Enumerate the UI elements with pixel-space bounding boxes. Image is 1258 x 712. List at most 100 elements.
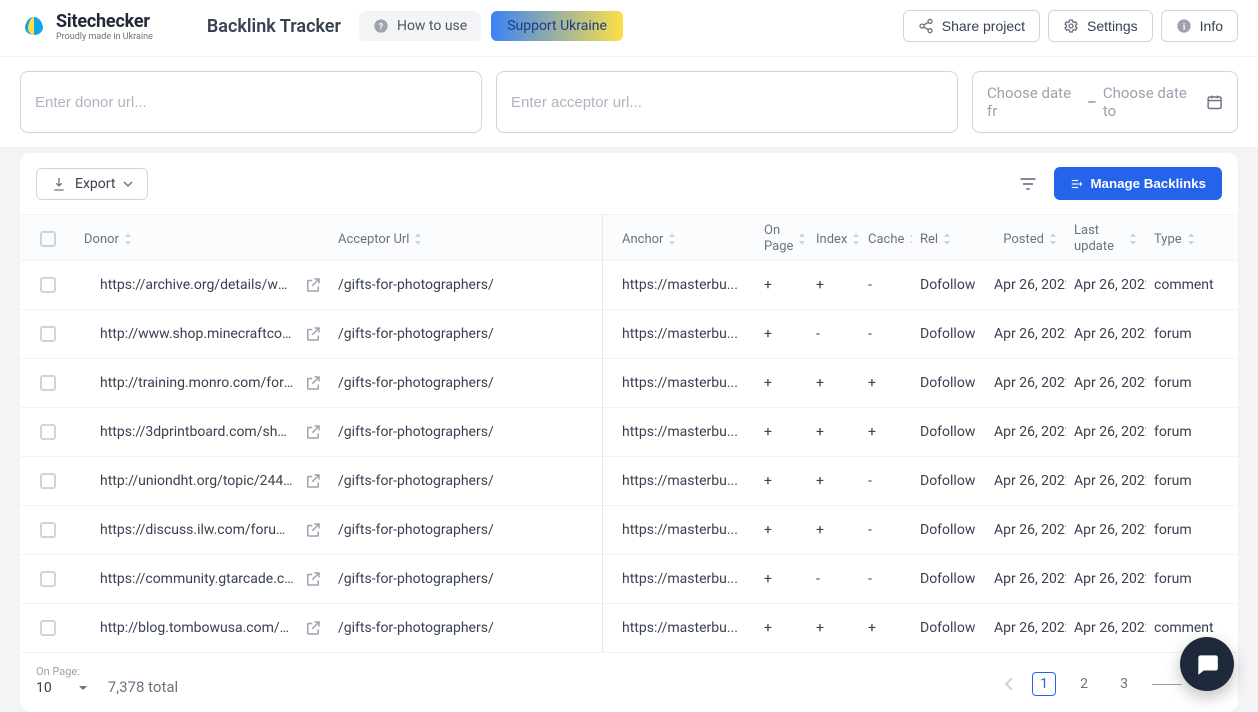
row-checkbox[interactable] bbox=[40, 571, 56, 587]
sort-icon bbox=[1186, 233, 1196, 245]
cell-index: + bbox=[808, 359, 860, 407]
sort-icon bbox=[942, 233, 952, 245]
column-posted[interactable]: Posted bbox=[986, 215, 1066, 263]
cell-anchor: https://masterbu... bbox=[602, 261, 756, 309]
question-icon: ? bbox=[373, 18, 389, 34]
support-ukraine-button[interactable]: Support Ukraine bbox=[491, 11, 623, 41]
external-link-icon[interactable] bbox=[304, 325, 322, 343]
cell-donor: http://blog.tombowusa.com/20... bbox=[76, 604, 330, 652]
page-3[interactable]: 3 bbox=[1112, 672, 1136, 696]
page-title: Backlink Tracker bbox=[207, 16, 341, 37]
cell-index: - bbox=[808, 555, 860, 603]
column-acceptor[interactable]: Acceptor Url bbox=[330, 215, 602, 263]
cell-rel: Dofollow bbox=[912, 408, 986, 456]
per-page-select[interactable]: 10 bbox=[36, 680, 88, 696]
cell-type: comment bbox=[1146, 261, 1226, 309]
chat-icon bbox=[1194, 651, 1220, 677]
cell-on-page: + bbox=[756, 359, 808, 407]
cell-index: - bbox=[808, 310, 860, 358]
row-checkbox[interactable] bbox=[40, 473, 56, 489]
cell-donor: http://uniondht.org/topic/2440... bbox=[76, 457, 330, 505]
row-checkbox[interactable] bbox=[40, 375, 56, 391]
cell-rel: Dofollow bbox=[912, 604, 986, 652]
page-ellipsis bbox=[1152, 684, 1182, 685]
cell-index: + bbox=[808, 604, 860, 652]
cell-cache: - bbox=[860, 261, 912, 309]
table-row[interactable]: https://3dprintboard.com/show.../gifts-f… bbox=[20, 407, 1238, 456]
sort-icon bbox=[1128, 233, 1138, 245]
cell-acceptor: /gifts-for-photographers/ bbox=[330, 555, 602, 603]
table-row[interactable]: https://discuss.ilw.com/forum/i.../gifts… bbox=[20, 505, 1238, 554]
cell-cache: - bbox=[860, 457, 912, 505]
info-button[interactable]: i Info bbox=[1161, 10, 1238, 42]
sort-icon bbox=[797, 233, 807, 245]
export-button[interactable]: Export bbox=[36, 168, 148, 200]
cell-rel: Dofollow bbox=[912, 555, 986, 603]
external-link-icon[interactable] bbox=[304, 423, 322, 441]
row-checkbox[interactable] bbox=[40, 424, 56, 440]
column-last-update[interactable]: Last update bbox=[1066, 215, 1146, 263]
page-2[interactable]: 2 bbox=[1072, 672, 1096, 696]
table-row[interactable]: http://uniondht.org/topic/2440.../gifts-… bbox=[20, 456, 1238, 505]
table-row[interactable]: https://community.gtarcade.co.../gifts-f… bbox=[20, 554, 1238, 603]
cell-acceptor: /gifts-for-photographers/ bbox=[330, 359, 602, 407]
brand-tagline: Proudly made in Ukraine bbox=[56, 32, 153, 42]
cell-on-page: + bbox=[756, 555, 808, 603]
sort-icon bbox=[1048, 233, 1058, 245]
external-link-icon[interactable] bbox=[304, 619, 322, 637]
table-row[interactable]: http://training.monro.com/foru.../gifts-… bbox=[20, 358, 1238, 407]
row-checkbox[interactable] bbox=[40, 326, 56, 342]
logo-icon bbox=[20, 14, 48, 38]
cell-last-update: Apr 26, 2022 bbox=[1066, 359, 1146, 407]
cell-acceptor: /gifts-for-photographers/ bbox=[330, 408, 602, 456]
external-link-icon[interactable] bbox=[304, 276, 322, 294]
page-1[interactable]: 1 bbox=[1032, 672, 1056, 696]
info-icon: i bbox=[1176, 18, 1192, 34]
column-index[interactable]: Index bbox=[808, 215, 860, 263]
external-link-icon[interactable] bbox=[304, 521, 322, 539]
table-row[interactable]: http://blog.tombowusa.com/20.../gifts-fo… bbox=[20, 603, 1238, 652]
cell-anchor: https://masterbu... bbox=[602, 408, 756, 456]
column-anchor[interactable]: Anchor bbox=[602, 215, 756, 263]
logo[interactable]: Sitechecker Proudly made in Ukraine bbox=[20, 11, 153, 42]
cell-cache: - bbox=[860, 506, 912, 554]
external-link-icon[interactable] bbox=[304, 374, 322, 392]
cell-on-page: + bbox=[756, 408, 808, 456]
date-range-picker[interactable]: Choose date fr – Choose date to bbox=[972, 71, 1238, 133]
external-link-icon[interactable] bbox=[304, 570, 322, 588]
row-checkbox[interactable] bbox=[40, 620, 56, 636]
cell-type: forum bbox=[1146, 506, 1226, 554]
cell-on-page: + bbox=[756, 261, 808, 309]
manage-backlinks-button[interactable]: Manage Backlinks bbox=[1054, 167, 1222, 200]
table-row[interactable]: https://archive.org/details/web.../gifts… bbox=[20, 260, 1238, 309]
cell-type: forum bbox=[1146, 310, 1226, 358]
column-cache[interactable]: Cache bbox=[860, 215, 912, 263]
table-row[interactable]: http://www.shop.minecraftcom.../gifts-fo… bbox=[20, 309, 1238, 358]
share-project-button[interactable]: Share project bbox=[903, 10, 1040, 42]
cell-on-page: + bbox=[756, 310, 808, 358]
select-all-checkbox[interactable] bbox=[40, 231, 56, 247]
acceptor-url-input[interactable] bbox=[496, 71, 958, 133]
column-donor[interactable]: Donor bbox=[76, 215, 330, 263]
prev-page-button[interactable] bbox=[1002, 677, 1016, 691]
row-checkbox[interactable] bbox=[40, 277, 56, 293]
external-link-icon[interactable] bbox=[304, 472, 322, 490]
chat-widget[interactable] bbox=[1180, 637, 1234, 691]
donor-url-input[interactable] bbox=[20, 71, 482, 133]
cell-index: + bbox=[808, 506, 860, 554]
cell-posted: Apr 26, 2022 bbox=[986, 457, 1066, 505]
row-checkbox[interactable] bbox=[40, 522, 56, 538]
cell-anchor: https://masterbu... bbox=[602, 604, 756, 652]
cell-cache: - bbox=[860, 310, 912, 358]
filter-icon[interactable] bbox=[1018, 174, 1038, 194]
settings-button[interactable]: Settings bbox=[1048, 10, 1153, 42]
column-type[interactable]: Type bbox=[1146, 215, 1226, 263]
cell-index: + bbox=[808, 408, 860, 456]
cell-cache: + bbox=[860, 359, 912, 407]
brand-name: Sitechecker bbox=[56, 11, 153, 32]
how-to-use-button[interactable]: ? How to use bbox=[359, 11, 481, 41]
download-icon bbox=[51, 176, 67, 192]
column-on-page[interactable]: On Page bbox=[756, 215, 808, 263]
column-rel[interactable]: Rel bbox=[912, 215, 986, 263]
cell-rel: Dofollow bbox=[912, 457, 986, 505]
